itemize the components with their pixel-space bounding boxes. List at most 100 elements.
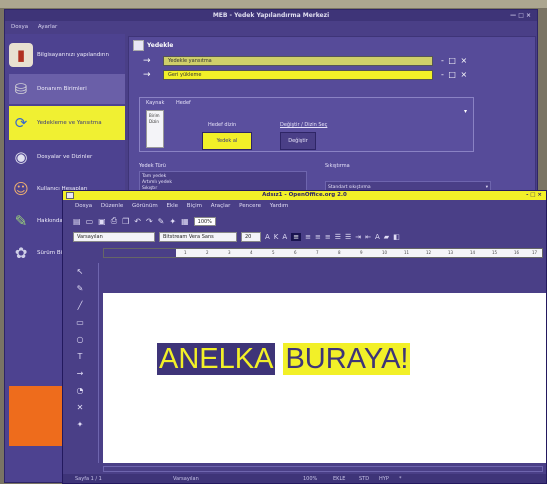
about-icon: ✎ (14, 212, 28, 230)
bar-controls[interactable]: - □ × (441, 56, 468, 65)
underline-icon[interactable]: A (282, 233, 287, 241)
background-color-icon[interactable]: ◧ (393, 233, 400, 241)
document-icon (66, 192, 74, 199)
undo-icon[interactable]: ↶ (134, 217, 141, 226)
window-controls[interactable]: — □ × (510, 10, 531, 21)
bold-icon[interactable]: A (265, 233, 270, 241)
ellipse-icon[interactable]: ○ (72, 331, 88, 348)
menu-tools[interactable]: Araçlar (211, 203, 231, 209)
highlighted-word-2[interactable]: BURAYA! (283, 343, 411, 375)
chevron-down-icon[interactable]: ▾ (464, 108, 467, 115)
menu-file[interactable]: Dosya (11, 24, 28, 30)
drawing-toolbar: ↖ ✎ ╱ ▭ ○ T → ◔ ✕ ✦ (72, 263, 88, 463)
sidebar-item-files[interactable]: ◉ Dosyalar ve Dizinler (9, 142, 125, 172)
bar-backup[interactable]: Yedekle yansıtma (163, 55, 433, 66)
menu-help[interactable]: Yardım (270, 203, 289, 209)
align-right-icon[interactable]: ≡ (315, 233, 321, 241)
bullets-icon[interactable]: ☰ (345, 233, 351, 241)
sidebar-item-backup[interactable]: ⟳ Yedekleme ve Yansıtma (9, 106, 125, 140)
bar-row-backup[interactable]: → Yedekle yansıtma - □ × (143, 55, 468, 66)
panel-title: Yedekle (147, 42, 174, 49)
highlighted-word-1[interactable]: ANELKA (157, 343, 276, 375)
align-center-icon[interactable]: ≡ (305, 233, 311, 241)
highlight-icon[interactable]: ▰ (384, 233, 389, 241)
menu-edit[interactable]: Düzenle (101, 203, 123, 209)
menu-settings[interactable]: Ayarlar (38, 24, 57, 30)
backup-button[interactable]: Yedek al (202, 132, 252, 150)
draw-icon[interactable]: ✎ (72, 280, 88, 297)
table-icon[interactable]: ▦ (181, 217, 189, 226)
ruler-number: 7 (316, 250, 319, 255)
sidebar-item-configure[interactable]: ▮ Bilgisayarınızı yapılandırın (9, 40, 125, 70)
cross-icon[interactable]: ✕ (72, 399, 88, 416)
arrow-icon[interactable]: → (72, 365, 88, 382)
menu-view[interactable]: Görünüm (132, 203, 158, 209)
status-style: Varsayılan (173, 476, 199, 482)
source-list[interactable]: Birim Dizin (146, 110, 164, 148)
arrow-icon: → (143, 55, 151, 66)
select-icon[interactable]: ↖ (72, 263, 88, 280)
open-icon[interactable]: ▭ (86, 217, 94, 226)
ruler-number: 2 (206, 250, 209, 255)
print-icon[interactable]: ⎙ (111, 216, 117, 226)
document-text[interactable]: ANELKA BURAYA! (157, 343, 411, 376)
window-controls[interactable]: - □ × (526, 191, 542, 200)
list-item[interactable]: Dizin (149, 119, 161, 125)
sidebar-item-label: Yedekleme ve Yansıtma (37, 120, 102, 126)
horizontal-scrollbar[interactable] (103, 466, 543, 472)
window-title-text: MEB - Yedek Yapılandırma Merkezi (212, 12, 330, 19)
desktop-top-bar (0, 0, 547, 8)
align-left-icon[interactable]: ≡ (291, 233, 302, 241)
options-tabs: Kaynak Hedef (146, 100, 201, 106)
arrow-icon: → (143, 69, 151, 80)
vertical-ruler[interactable] (91, 263, 99, 463)
star-icon[interactable]: ✦ (72, 416, 88, 433)
panel-header: Yedekle (133, 40, 173, 51)
redo-icon[interactable]: ↷ (146, 217, 153, 226)
choose-dir-link[interactable]: Değiştir / Dizin Seç (280, 122, 327, 128)
horizontal-ruler[interactable]: 1 2 3 4 5 6 7 8 9 10 11 12 13 14 15 16 1… (103, 248, 543, 258)
ruler-number: 6 (294, 250, 297, 255)
justify-icon[interactable]: ≡ (325, 233, 331, 241)
paintbrush-icon[interactable]: ✎ (158, 217, 165, 226)
callout-icon[interactable]: ◔ (72, 382, 88, 399)
sidebar-item-label: Dosyalar ve Dizinler (37, 154, 93, 160)
copy-icon[interactable]: ❐ (122, 217, 129, 226)
change-button[interactable]: Değiştir (280, 132, 316, 150)
outdent-icon[interactable]: ⇤ (365, 233, 371, 241)
ruler-margin (104, 249, 176, 257)
navigator-icon[interactable]: ✦ (169, 217, 176, 226)
new-icon[interactable]: ▤ (73, 217, 81, 226)
menu-window[interactable]: Pencere (239, 203, 261, 209)
rectangle-icon[interactable]: ▭ (72, 314, 88, 331)
menu-file[interactable]: Dosya (75, 203, 92, 209)
numbering-icon[interactable]: ☰ (335, 233, 341, 241)
ruler-number: 10 (382, 250, 388, 255)
style-select[interactable]: Varsayılan (73, 232, 155, 242)
ruler-number: 12 (426, 250, 432, 255)
menu-insert[interactable]: Ekle (166, 203, 178, 209)
save-icon[interactable]: ▣ (98, 217, 106, 226)
tab-source[interactable]: Kaynak (146, 100, 164, 106)
line-icon[interactable]: ╱ (72, 297, 88, 314)
document-page[interactable]: ANELKA BURAYA! (103, 293, 546, 463)
indent-icon[interactable]: ⇥ (355, 233, 361, 241)
sidebar-item-devices[interactable]: ⛁ Donanım Birimleri (9, 74, 125, 104)
menu-format[interactable]: Biçim (187, 203, 202, 209)
bar-row-restore[interactable]: → Geri yükleme - □ × (143, 69, 468, 80)
font-select[interactable]: Bitstream Vera Sans (159, 232, 237, 242)
status-mode: EKLE (333, 476, 346, 482)
bar-restore[interactable]: Geri yükleme (163, 69, 433, 80)
zoom-select[interactable]: 100% (193, 216, 216, 226)
bar-controls[interactable]: - □ × (441, 70, 468, 79)
format-toolbar: Varsayılan Bitstream Vera Sans 20 A K A … (73, 231, 400, 243)
status-modified: * (399, 476, 402, 482)
font-color-icon[interactable]: A (375, 233, 380, 241)
ruler-number: 8 (338, 250, 341, 255)
text-icon[interactable]: T (72, 348, 88, 365)
standard-toolbar: ▤ ▭ ▣ ⎙ ❐ ↶ ↷ ✎ ✦ ▦ 100% (73, 215, 216, 227)
font-size-select[interactable]: 20 (241, 232, 261, 242)
italic-icon[interactable]: K (274, 233, 279, 241)
tab-target[interactable]: Hedef (176, 100, 191, 106)
panel-icon (133, 40, 144, 51)
